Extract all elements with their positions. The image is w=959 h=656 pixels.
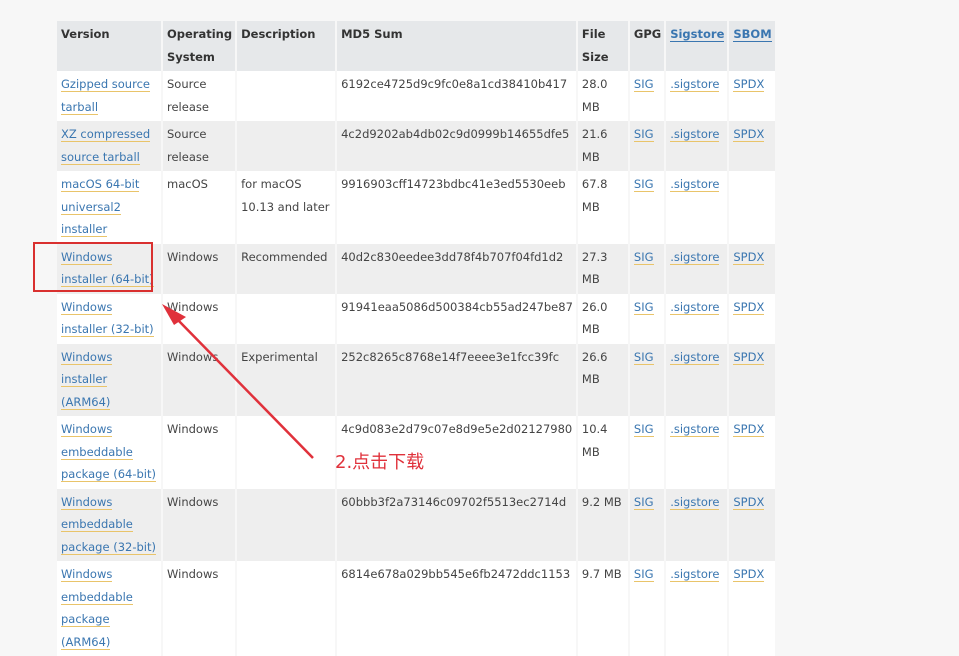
arrow-shaft — [175, 317, 314, 459]
annotation-arrow — [162, 304, 314, 459]
arrow-head — [162, 304, 186, 325]
annotation-text: 2.点击下载 — [335, 452, 425, 473]
